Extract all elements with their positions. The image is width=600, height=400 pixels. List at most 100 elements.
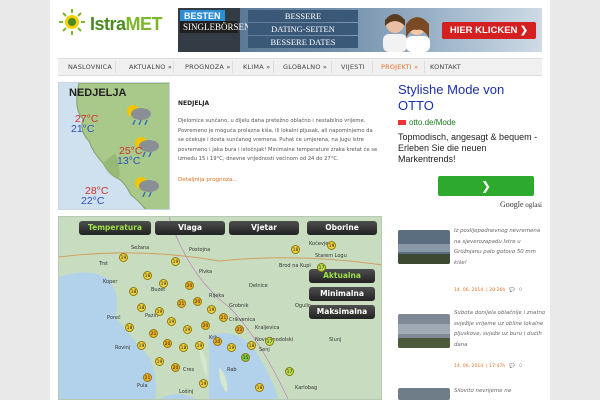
news-thumbnail bbox=[398, 388, 450, 400]
news-text[interactable]: Silovito nevrijeme na bbox=[454, 386, 546, 397]
ad-url[interactable]: otto.de/Mode bbox=[398, 118, 456, 127]
station-dot[interactable]: 19 bbox=[119, 253, 128, 262]
city-label: Postojna bbox=[189, 247, 211, 253]
nav-item-klima[interactable]: KLIMA » bbox=[243, 59, 270, 75]
nav-item-globalno[interactable]: GLOBALNO » bbox=[283, 59, 327, 75]
tab-vjetar[interactable]: Vjetar bbox=[229, 221, 299, 235]
station-dot[interactable]: 19 bbox=[183, 325, 192, 334]
station-dot[interactable]: 20 bbox=[185, 281, 194, 290]
station-dot[interactable]: 19 bbox=[227, 343, 236, 352]
forecast-day: NEDJELJA bbox=[69, 87, 127, 99]
dating-banner[interactable]: BESTEN SINGLEBÖRSEN BESSERE DATING-SEITE… bbox=[178, 8, 542, 52]
news-item[interactable]: Subota donijela oblačnije i znatno svjež… bbox=[398, 308, 545, 369]
city-label: Lošinj bbox=[179, 389, 194, 395]
station-dot[interactable]: 20 bbox=[213, 337, 222, 346]
tab-vlaga[interactable]: Vlaga bbox=[155, 221, 225, 235]
nav-item-prognoza[interactable]: PROGNOZA » bbox=[185, 59, 231, 75]
station-dot[interactable]: 17 bbox=[265, 337, 274, 346]
nav-separator bbox=[372, 61, 373, 73]
option-minimalna[interactable]: Minimalna bbox=[309, 287, 375, 301]
city-label: Crikvenica bbox=[229, 317, 256, 323]
station-dot[interactable]: 21 bbox=[177, 299, 186, 308]
nav-item-aktualno[interactable]: AKTUALNO » bbox=[129, 59, 172, 75]
sun-cloud-rain-icon bbox=[135, 177, 159, 197]
station-dot[interactable]: 18 bbox=[255, 383, 264, 392]
forecast-temp-low-3: 22°C bbox=[81, 195, 105, 207]
logo[interactable]: IstraMET bbox=[58, 8, 170, 38]
nav-item-projekti[interactable]: PROJEKTI » bbox=[381, 59, 418, 75]
station-dot[interactable]: 18 bbox=[125, 323, 134, 332]
station-dot[interactable]: 22 bbox=[235, 325, 244, 334]
station-dot[interactable]: 19 bbox=[207, 305, 216, 314]
banner-cta-button[interactable]: HIER KLICKEN ❯ bbox=[441, 22, 536, 39]
city-label: Cres bbox=[183, 367, 195, 373]
logo-sun-icon bbox=[59, 9, 85, 35]
otto-ad[interactable]: Stylishe Mode von OTTO otto.de/Mode Topm… bbox=[398, 82, 542, 212]
city-label: Kraljevica bbox=[255, 325, 280, 331]
city-label: Rovinj bbox=[115, 345, 131, 351]
news-text[interactable]: Iz poslijepodnevnog nevremena na sjevero… bbox=[454, 226, 546, 268]
tab-oborine[interactable]: Oborine bbox=[307, 221, 377, 235]
news-meta: 14. 06. 2014. | 17:47h 💬 0 bbox=[454, 364, 522, 369]
banner-lines: BESSERE DATING-SEITEN BESSERE DATES bbox=[248, 10, 358, 49]
station-dot[interactable]: 19 bbox=[327, 241, 336, 250]
news-item[interactable]: Silovito nevrijeme na bbox=[398, 386, 542, 400]
nav-item-kontakt[interactable]: KONTAKT bbox=[430, 59, 461, 75]
weather-station-map[interactable]: Temperatura Vlaga Vjetar Oborine Aktualn… bbox=[58, 216, 382, 400]
station-dot[interactable]: 21 bbox=[219, 313, 228, 322]
station-dot[interactable]: 15 bbox=[241, 353, 250, 362]
news-text[interactable]: Subota donijela oblačnije i znatno svjež… bbox=[454, 308, 546, 350]
forecast-text: Djelomice sunčano, u dijelu dana pretežn… bbox=[178, 118, 378, 163]
station-dot[interactable]: 18 bbox=[143, 271, 152, 280]
station-dot[interactable]: 19 bbox=[159, 279, 168, 288]
ad-arrow-button[interactable]: ❯ bbox=[438, 176, 534, 196]
station-dot[interactable]: 17 bbox=[285, 367, 294, 376]
detailed-forecast-link[interactable]: Detaljnija prognoza... bbox=[178, 177, 238, 183]
ad-title[interactable]: Stylishe Mode von OTTO bbox=[398, 82, 542, 114]
station-dot[interactable]: 19 bbox=[171, 257, 180, 266]
station-dot[interactable]: 18 bbox=[247, 341, 256, 350]
ad-description: Topmodisch, angesagt & bequem - Erleben … bbox=[398, 132, 538, 164]
google-ads-label[interactable]: Google oglasi bbox=[500, 200, 542, 209]
city-label: Senj bbox=[259, 347, 270, 353]
station-dot[interactable]: 18 bbox=[291, 245, 300, 254]
nav-item-naslovnica[interactable]: NASLOVNICA bbox=[68, 59, 112, 75]
city-label: Trst bbox=[99, 261, 108, 267]
nav-separator bbox=[331, 61, 332, 73]
option-maksimalna[interactable]: Maksimalna bbox=[309, 305, 375, 319]
city-label: Ogulin bbox=[295, 303, 312, 309]
station-dot[interactable]: 19 bbox=[167, 317, 176, 326]
page: IstraMET BESTEN SINGLEBÖRSEN BESSERE DAT… bbox=[50, 0, 550, 400]
station-dot[interactable]: 20 bbox=[193, 297, 202, 306]
news-thumbnail bbox=[398, 314, 450, 348]
station-dot[interactable]: 20 bbox=[171, 363, 180, 372]
station-dot[interactable]: 20 bbox=[201, 321, 210, 330]
station-dot[interactable]: 19 bbox=[155, 357, 164, 366]
station-dot[interactable]: 19 bbox=[137, 341, 146, 350]
station-dot[interactable]: 19 bbox=[199, 379, 208, 388]
station-dot[interactable]: 17 bbox=[317, 263, 326, 272]
forecast-title: NEDJELJA bbox=[178, 100, 210, 107]
station-dot[interactable]: 21 bbox=[143, 373, 152, 382]
news-thumbnail bbox=[398, 230, 450, 264]
nav-item-vijesti[interactable]: VIJESTI bbox=[341, 59, 365, 75]
station-dot[interactable]: 18 bbox=[137, 303, 146, 312]
station-dot[interactable]: 18 bbox=[179, 343, 188, 352]
city-label: Pula bbox=[137, 383, 148, 389]
station-dot[interactable]: 21 bbox=[149, 329, 158, 338]
forecast-map[interactable]: NEDJELJA 27°C 21°C 25°C 13°C 28°C 22°C bbox=[58, 82, 170, 210]
station-dot[interactable]: 18 bbox=[129, 287, 138, 296]
station-dot[interactable]: 19 bbox=[195, 341, 204, 350]
station-dot[interactable]: 20 bbox=[163, 339, 172, 348]
city-label: Rab bbox=[227, 367, 237, 373]
city-label: Sežana bbox=[131, 245, 150, 251]
tab-temperatura[interactable]: Temperatura bbox=[79, 221, 151, 235]
city-label: Koper bbox=[103, 279, 118, 285]
station-dot[interactable]: 19 bbox=[155, 307, 164, 316]
news-item[interactable]: Iz poslijepodnevnog nevremena na sjevero… bbox=[398, 226, 542, 293]
news-list: Iz poslijepodnevnog nevremena na sjevero… bbox=[398, 216, 545, 400]
comment-icon: 💬 bbox=[509, 364, 516, 369]
city-label: Poreč bbox=[107, 315, 121, 321]
sun-cloud-rain-icon bbox=[127, 105, 151, 125]
banner-line-1: BESSERE bbox=[248, 10, 358, 22]
